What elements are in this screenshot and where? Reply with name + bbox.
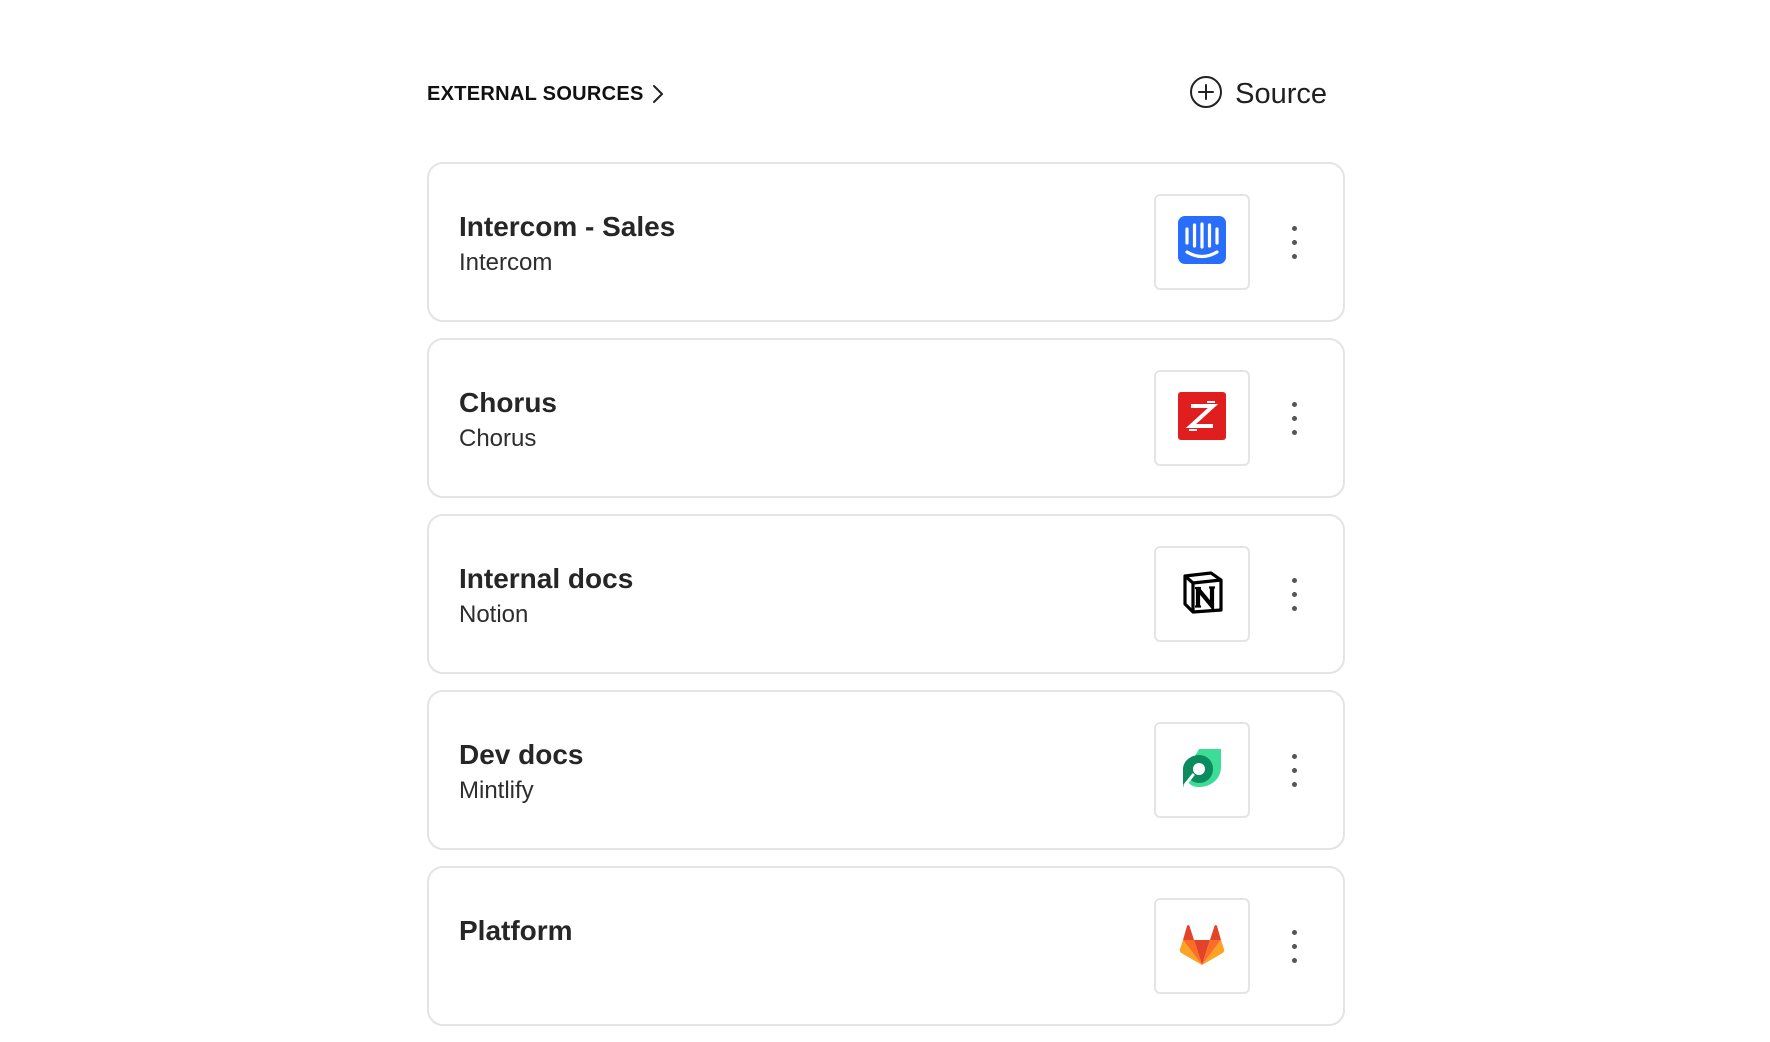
gitlab-logo-icon [1177,919,1227,974]
kebab-menu-icon [1291,767,1297,773]
source-card[interactable]: Internal docs Notion [427,514,1345,674]
more-options-button[interactable] [1281,922,1307,970]
external-sources-link[interactable]: EXTERNAL SOURCES [427,83,666,106]
add-source-button[interactable]: Source [1189,75,1327,114]
add-source-label: Source [1235,77,1327,110]
source-title: Intercom - Sales [459,211,676,242]
source-title: Platform [459,915,573,946]
source-title: Dev docs [459,739,584,770]
source-title: Internal docs [459,563,634,594]
kebab-menu-icon [1291,225,1297,231]
source-logo [1154,370,1250,466]
source-logo [1154,194,1250,290]
plus-circle-icon [1189,75,1223,114]
more-options-button[interactable] [1281,394,1307,442]
source-card[interactable]: Platform [427,866,1345,1026]
source-card-text: Dev docs Mintlify [459,738,584,808]
mintlify-logo-icon [1177,743,1227,798]
source-title: Chorus [459,387,557,418]
source-card-text: Internal docs Notion [459,562,633,632]
source-type: Intercom [459,249,553,276]
kebab-menu-icon [1291,253,1297,259]
intercom-logo-icon [1178,215,1226,269]
source-type: Notion [459,601,529,628]
source-card[interactable]: Intercom - Sales Intercom [427,162,1345,322]
kebab-menu-icon [1291,781,1297,787]
source-card-text: Intercom - Sales Intercom [459,210,675,280]
notion-logo-icon [1177,567,1227,622]
source-logo [1154,546,1250,642]
source-card-text: Chorus Chorus [459,386,557,456]
source-card[interactable]: Chorus Chorus [427,338,1345,498]
kebab-menu-icon [1291,401,1297,407]
more-options-button[interactable] [1281,746,1307,794]
source-card[interactable]: Dev docs Mintlify [427,690,1345,850]
kebab-menu-icon [1291,577,1297,583]
source-type: Chorus [459,425,537,452]
kebab-menu-icon [1291,415,1297,421]
chevron-right-icon [652,84,666,104]
kebab-menu-icon [1291,429,1297,435]
kebab-menu-icon [1291,605,1297,611]
section-header: EXTERNAL SOURCES Source [427,70,1345,118]
source-logo [1154,722,1250,818]
chorus-logo-icon [1178,391,1226,445]
kebab-menu-icon [1291,591,1297,597]
kebab-menu-icon [1291,753,1297,759]
more-options-button[interactable] [1281,570,1307,618]
kebab-menu-icon [1291,957,1297,963]
kebab-menu-icon [1291,239,1297,245]
section-title: EXTERNAL SOURCES [427,82,644,105]
kebab-menu-icon [1291,929,1297,935]
source-logo [1154,898,1250,994]
source-type: Mintlify [459,777,534,804]
source-card-text: Platform [459,914,573,950]
source-list: Intercom - Sales Intercom Chorus Chorus … [427,162,1345,1042]
more-options-button[interactable] [1281,218,1307,266]
